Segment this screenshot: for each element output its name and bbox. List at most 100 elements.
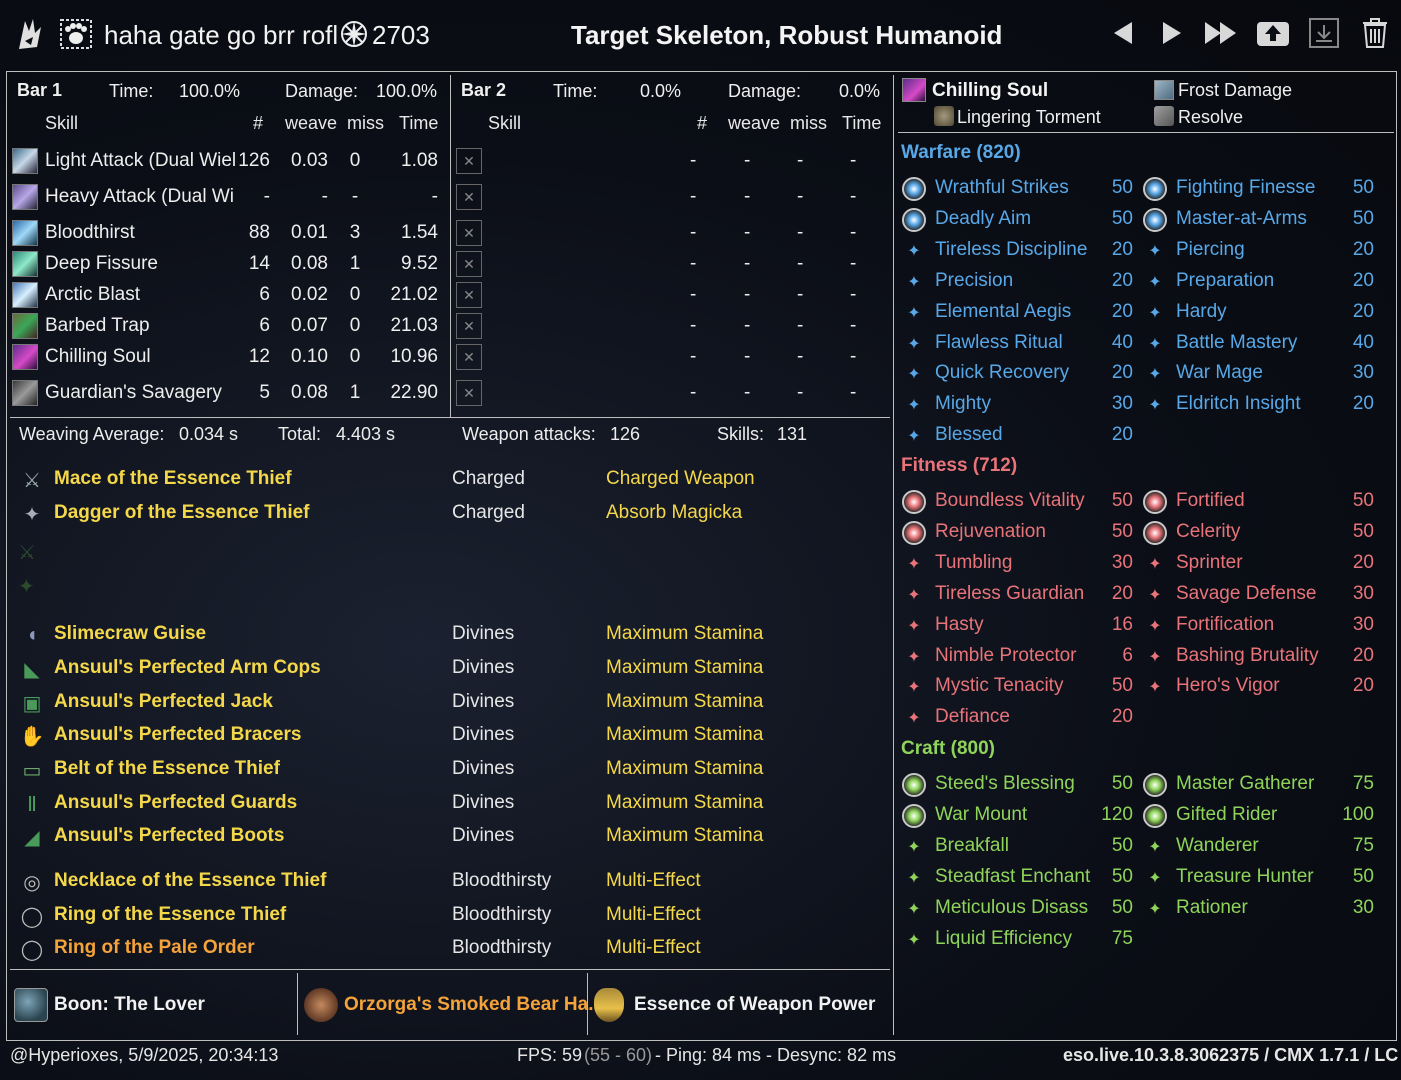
cp-star[interactable]: Steed's Blessing 50: [901, 771, 1137, 799]
cp-star-name: Fortification: [1176, 614, 1275, 635]
cp-star[interactable]: ✦ Nimble Protector 6: [901, 643, 1137, 671]
cp-star[interactable]: Wrathful Strikes 50: [901, 175, 1137, 203]
cp-star-value: 50: [1111, 521, 1133, 542]
bar2-time-label: Time:: [553, 81, 598, 101]
gear-row[interactable]: ◖ Slimecraw Guise Divines Maximum Stamina: [10, 621, 880, 651]
slotted-star-icon: [901, 772, 927, 798]
chilling-soul-icon: [902, 78, 926, 102]
cp-star-value: 75: [1111, 928, 1133, 949]
gear-trait: Divines: [452, 657, 515, 678]
gear-row[interactable]: ◯ Ring of the Pale Order Bloodthirsty Multi…: [10, 935, 880, 965]
gear-row[interactable]: ⚔ Mace of the Essence Thief Charged Charged…: [10, 466, 880, 496]
cp-star-value: 50: [1111, 208, 1133, 229]
weaving-value: 0.034 s: [179, 424, 239, 444]
cp-star[interactable]: ✦ Mighty 30: [901, 391, 1137, 419]
cp-star[interactable]: ✦ Tireless Guardian 20: [901, 581, 1137, 609]
cp-star[interactable]: Master-at-Arms 50: [1142, 206, 1378, 234]
cp-star[interactable]: ✦ Tireless Discipline 20: [901, 237, 1137, 265]
col-miss: miss: [347, 113, 384, 133]
upload-button[interactable]: [1254, 14, 1292, 52]
last-fight-button[interactable]: [1202, 14, 1240, 52]
cp-star[interactable]: ✦ Rationer 30: [1142, 895, 1378, 923]
cp-star[interactable]: ✦ Battle Mastery 40: [1142, 330, 1378, 358]
cp-star[interactable]: ✦ Steadfast Enchant 50: [901, 864, 1137, 892]
cp-star[interactable]: ✦ Meticulous Disass 50: [901, 895, 1137, 923]
skill-row: Guardian's Savagery 5 0.08 1 22.90: [10, 380, 440, 408]
cp-star[interactable]: ✦ Tumbling 30: [901, 550, 1137, 578]
cp-star[interactable]: ✦ Breakfall 50: [901, 833, 1137, 861]
cp-star[interactable]: ✦ Hasty 16: [901, 612, 1137, 640]
cp-star[interactable]: Celerity 50: [1142, 519, 1378, 547]
cp-star[interactable]: ✦ War Mage 30: [1142, 360, 1378, 388]
craft-title: Craft (800): [901, 738, 995, 759]
cp-star[interactable]: ✦ Savage Defense 30: [1142, 581, 1378, 609]
cp-star[interactable]: Gifted Rider 100: [1142, 802, 1378, 830]
cp-star[interactable]: ✦ Eldritch Insight 20: [1142, 391, 1378, 419]
gear-enchant: Multi-Effect: [606, 904, 701, 925]
cp-star[interactable]: ✦ Mystic Tenacity 50: [901, 673, 1137, 701]
food-buff: Orzorga's Smoked Bear Ha...: [298, 977, 604, 1027]
cp-star-name: Eldritch Insight: [1176, 393, 1301, 414]
cp-star[interactable]: ✦ Preparation 20: [1142, 268, 1378, 296]
gear-row[interactable]: ▭ Belt of the Essence Thief Divines Maximum…: [10, 756, 880, 786]
cp-star[interactable]: Deadly Aim 50: [901, 206, 1137, 234]
cp-star[interactable]: ✦ Piercing 20: [1142, 237, 1378, 265]
skill-name: Deep Fissure: [45, 253, 158, 274]
cp-star[interactable]: ✦ Fortification 30: [1142, 612, 1378, 640]
passive-star-icon: ✦: [907, 901, 921, 918]
gear-row[interactable]: ◣ Ansuul's Perfected Arm Cops Divines Maxim…: [10, 655, 880, 685]
cp-star[interactable]: ✦ Bashing Brutality 20: [1142, 643, 1378, 671]
bar-divider: [450, 75, 451, 418]
delete-button[interactable]: [1356, 14, 1394, 52]
gear-row[interactable]: ✦ Dagger of the Essence Thief Charged Absor…: [10, 500, 880, 530]
cp-star[interactable]: Boundless Vitality 50: [901, 488, 1137, 516]
dash-count: -: [690, 253, 697, 274]
cp-star[interactable]: ✦ Liquid Efficiency 75: [901, 926, 1137, 954]
cp-star[interactable]: ✦ Flawless Ritual 40: [901, 330, 1137, 358]
gear-name: Slimecraw Guise: [54, 623, 207, 644]
cp-star[interactable]: ✦ Precision 20: [901, 268, 1137, 296]
slotted-star-icon: [1142, 803, 1168, 829]
skill-row: Barbed Trap 6 0.07 0 21.03: [10, 313, 440, 341]
cp-star[interactable]: ✦ Wanderer 75: [1142, 833, 1378, 861]
ring-icon: ◯: [20, 905, 44, 928]
potion-buff: Essence of Weapon Power: [588, 977, 888, 1027]
cp-star[interactable]: ✦ Hardy 20: [1142, 299, 1378, 327]
cp-star[interactable]: Master Gatherer 75: [1142, 771, 1378, 799]
dash-weave: -: [744, 346, 751, 367]
gear-enchant: Maximum Stamina: [606, 724, 764, 745]
empty-slot-icon: ✕: [456, 380, 482, 406]
cp-star[interactable]: ✦ Quick Recovery 20: [901, 360, 1137, 388]
skill-weave: 0.08: [291, 382, 328, 403]
gear-row[interactable]: ◢ Ansuul's Perfected Boots Divines Maximum …: [10, 823, 880, 853]
previous-fight-button[interactable]: [1104, 14, 1142, 52]
passive-star-icon: ✦: [1148, 679, 1162, 696]
cp-star[interactable]: ✦ Defiance 20: [901, 704, 1137, 732]
cp-star[interactable]: ✦ Blessed 20: [901, 422, 1137, 450]
dash-time: -: [850, 222, 857, 243]
gear-row[interactable]: ◯ Ring of the Essence Thief Bloodthirsty Mu…: [10, 902, 880, 932]
passive-star-icon: ✦: [907, 243, 921, 260]
skill-time: -: [431, 186, 438, 207]
gear-enchant: Absorb Magicka: [606, 502, 743, 523]
cp-star[interactable]: ✦ Sprinter 20: [1142, 550, 1378, 578]
cp-star-name: Celerity: [1176, 521, 1241, 542]
cp-star[interactable]: ✦ Elemental Aegis 20: [901, 299, 1137, 327]
empty-slot-icon: ✕: [456, 313, 482, 339]
next-fight-button[interactable]: [1153, 14, 1191, 52]
skill-miss: 0: [349, 315, 361, 336]
cp-star[interactable]: War Mount 120: [901, 802, 1137, 830]
cp-star[interactable]: Fighting Finesse 50: [1142, 175, 1378, 203]
gear-row[interactable]: ◎ Necklace of the Essence Thief Bloodthirs…: [10, 868, 880, 898]
passive-star-icon: ✦: [1148, 305, 1162, 322]
gear-name: Ring of the Essence Thief: [54, 904, 287, 925]
save-button[interactable]: [1305, 14, 1343, 52]
cp-star[interactable]: ✦ Treasure Hunter 50: [1142, 864, 1378, 892]
gear-row[interactable]: ✋ Ansuul's Perfected Bracers Divines Maximu…: [10, 722, 880, 752]
cp-star[interactable]: ✦ Hero's Vigor 20: [1142, 673, 1378, 701]
cp-star[interactable]: Fortified 50: [1142, 488, 1378, 516]
gear-row[interactable]: ▣ Ansuul's Perfected Jack Divines Maximum S…: [10, 689, 880, 719]
dash-count: -: [690, 315, 697, 336]
gear-row[interactable]: Ⅱ Ansuul's Perfected Guards Divines Maximum…: [10, 790, 880, 820]
cp-star[interactable]: Rejuvenation 50: [901, 519, 1137, 547]
